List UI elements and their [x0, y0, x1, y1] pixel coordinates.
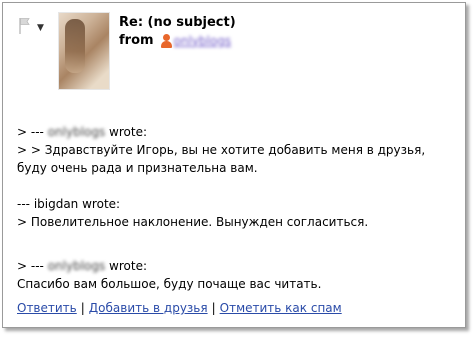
separator: | — [80, 301, 85, 315]
sender-username-link[interactable]: onlyblogs — [174, 34, 232, 48]
quote-header: > --- onlyblogs wrote: — [17, 259, 148, 273]
mark-spam-link[interactable]: Отметить как спам — [220, 301, 342, 315]
message-subject: Re: (no subject) — [119, 15, 236, 30]
quote-header: --- ibigdan wrote: — [17, 197, 121, 211]
user-icon — [160, 33, 173, 48]
quote-line: буду очень рада и признательна вам. — [17, 161, 258, 175]
avatar — [58, 12, 110, 90]
flag-icon[interactable] — [19, 17, 31, 35]
message-body: > --- onlyblogs wrote: > > Здравствуйте … — [17, 123, 465, 293]
quoted-author: onlyblogs — [47, 259, 106, 273]
quote-line: > Повелительное наклонение. Вынужден сог… — [17, 215, 369, 229]
separator: | — [211, 301, 216, 315]
from-label: from — [119, 33, 154, 48]
message-actions: Ответить | Добавить в друзья | Отметить как … — [17, 301, 342, 315]
add-friend-link[interactable]: Добавить в друзья — [89, 301, 208, 315]
quote-header: > --- onlyblogs wrote: — [17, 125, 148, 139]
quoted-author: onlyblogs — [47, 125, 106, 139]
message-card: ▼ Re: (no subject) from onlyblogs > --- … — [2, 2, 466, 328]
chevron-down-icon[interactable]: ▼ — [37, 23, 44, 33]
reply-link[interactable]: Ответить — [17, 301, 77, 315]
message-sender: from onlyblogs — [119, 33, 231, 48]
quote-line: > > Здравствуйте Игорь, вы не хотите доб… — [17, 143, 426, 157]
reply-line: Спасибо вам большое, буду почаще вас чит… — [17, 277, 322, 291]
quoted-author: ibigdan — [33, 197, 79, 211]
